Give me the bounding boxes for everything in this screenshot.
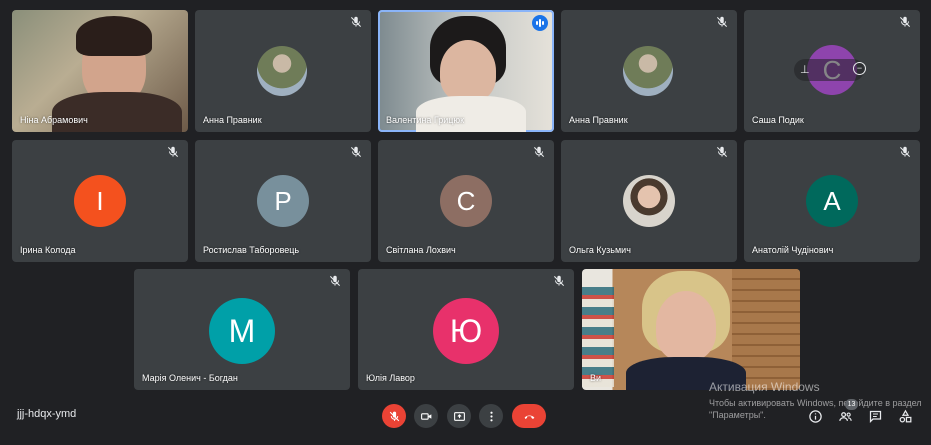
pin-icon[interactable]: ⊥: [800, 63, 810, 76]
participant-tile[interactable]: Валентина Грицюк: [378, 10, 554, 132]
participant-tile[interactable]: А Анатолій Чудінович: [744, 140, 920, 262]
info-icon: [808, 409, 822, 423]
participant-hair: [76, 16, 152, 56]
participant-name: Ольга Кузьмич: [569, 245, 631, 255]
participant-tile[interactable]: І Ірина Колода: [12, 140, 188, 262]
participant-body: [416, 96, 526, 132]
participant-tile[interactable]: С Світлана Лохвич: [378, 140, 554, 262]
avatar: [257, 46, 307, 96]
participant-name: Ви: [590, 373, 602, 383]
present-screen-button[interactable]: [447, 404, 471, 428]
mic-off-icon: [389, 411, 399, 421]
present-icon: [453, 411, 465, 421]
participant-name: Світлана Лохвич: [386, 245, 456, 255]
avatar: [623, 175, 675, 227]
chat-icon: [869, 410, 881, 423]
mic-muted-icon: [532, 145, 546, 159]
activities-button[interactable]: [896, 407, 914, 425]
avatar: С: [440, 175, 492, 227]
people-icon: [838, 411, 852, 421]
participant-tile[interactable]: С ⊥ − Саша Подик: [744, 10, 920, 132]
avatar: [623, 46, 673, 96]
avatar: Ю: [433, 298, 499, 364]
speaking-indicator-icon: [532, 15, 548, 31]
participant-body: [52, 92, 182, 132]
participant-tile[interactable]: Анна Правник: [195, 10, 371, 132]
remove-icon[interactable]: −: [853, 62, 866, 75]
participant-name: Ростислав Таборовець: [203, 245, 300, 255]
participant-name: Валентина Грицюк: [386, 115, 465, 125]
mic-muted-icon: [349, 145, 363, 159]
participant-name: Анна Правник: [203, 115, 262, 125]
meeting-details-button[interactable]: [806, 407, 824, 425]
mic-muted-icon: [898, 15, 912, 29]
mic-muted-icon: [898, 145, 912, 159]
participant-name: Юлія Лавор: [366, 373, 415, 383]
mic-muted-icon: [166, 145, 180, 159]
camera-icon: [420, 412, 431, 420]
participant-video: [656, 291, 716, 361]
avatar: А: [806, 175, 858, 227]
meeting-code: jjj-hdqx-ymd: [17, 408, 77, 420]
participant-name: Анатолій Чудінович: [752, 245, 834, 255]
bookshelf: [582, 287, 614, 387]
participant-name: Саша Подик: [752, 115, 804, 125]
participant-tile[interactable]: Ніна Абрамович: [12, 10, 188, 132]
participant-tile[interactable]: М Марія Оленич - Богдан: [134, 269, 350, 390]
avatar: М: [209, 298, 275, 364]
more-options-button[interactable]: [479, 404, 503, 428]
leave-call-button[interactable]: [512, 404, 546, 428]
activities-icon: [899, 409, 911, 422]
avatar: І: [74, 175, 126, 227]
mic-muted-icon: [552, 274, 566, 288]
participant-video: [440, 40, 496, 102]
more-vert-icon: [489, 411, 493, 421]
participant-name: Марія Оленич - Богдан: [142, 373, 238, 383]
chat-button[interactable]: [866, 407, 884, 425]
participant-count-badge: 13: [845, 399, 858, 410]
microphone-toggle-button[interactable]: [382, 404, 406, 428]
participant-name: Анна Правник: [569, 115, 628, 125]
mic-muted-icon: [349, 15, 363, 29]
avatar: Р: [257, 175, 309, 227]
participant-tile[interactable]: Анна Правник: [561, 10, 737, 132]
participant-tile[interactable]: Ю Юлія Лавор: [358, 269, 574, 390]
mic-muted-icon: [715, 15, 729, 29]
end-call-icon: [524, 415, 534, 419]
camera-toggle-button[interactable]: [414, 404, 438, 428]
participant-tile[interactable]: Р Ростислав Таборовець: [195, 140, 371, 262]
participant-name: Ірина Колода: [20, 245, 76, 255]
mic-muted-icon: [715, 145, 729, 159]
mic-muted-icon: [328, 274, 342, 288]
self-view-tile[interactable]: Ви: [582, 269, 800, 390]
participant-tile[interactable]: Ольга Кузьмич: [561, 140, 737, 262]
participant-name: Ніна Абрамович: [20, 115, 88, 125]
